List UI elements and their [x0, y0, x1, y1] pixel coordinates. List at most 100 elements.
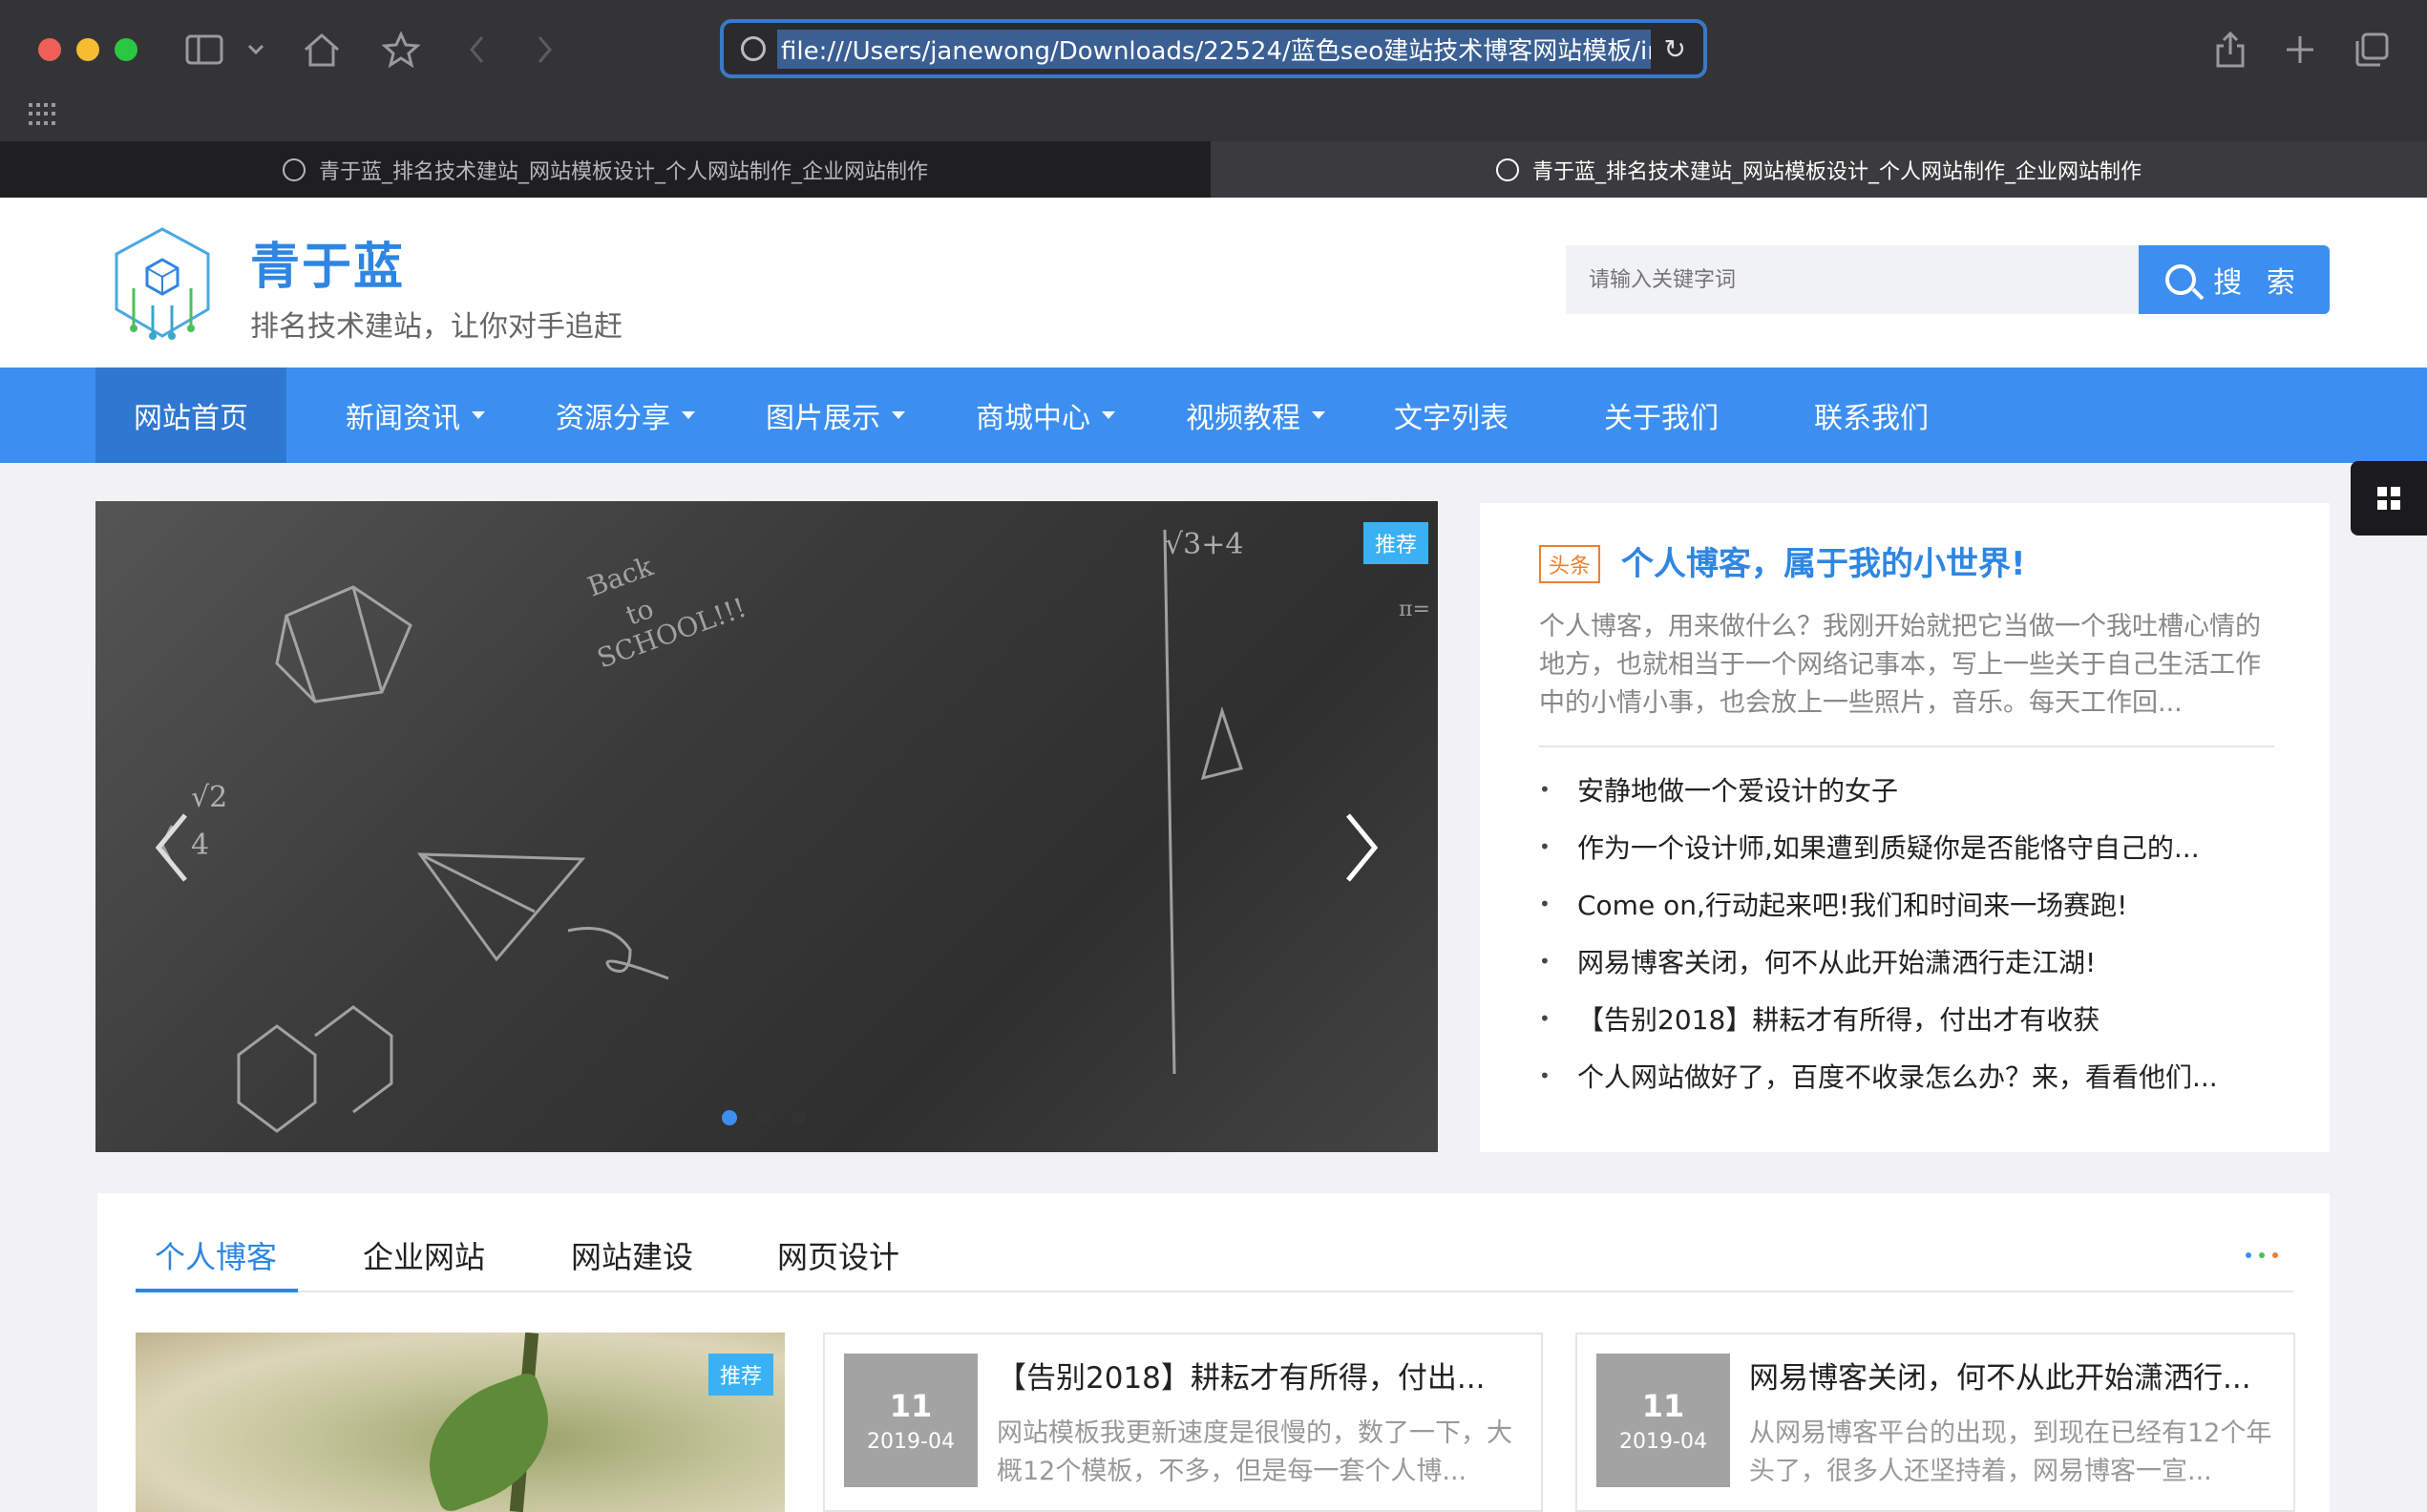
nav-item-label: 联系我们	[1814, 402, 1929, 435]
svg-text:π=: π=	[1399, 598, 1430, 621]
article-desc: 网站模板我更新速度是很慢的，数了一下，大概12个模板，不多，但是每一套个人博..…	[997, 1418, 1512, 1486]
nav-item-label: 商城中心	[976, 402, 1090, 435]
sidebar-toggle-icon[interactable]	[181, 27, 227, 73]
share-icon[interactable]	[2207, 27, 2253, 73]
plant-leaf	[408, 1370, 570, 1512]
browser-chrome: file:///Users/janewong/Downloads/22524/蓝…	[0, 0, 2427, 198]
main-nav: 网站首页 新闻资讯 资源分享 图片展示 商城中心 视频教程 文字列表 关于我们 …	[0, 368, 2427, 463]
article-title[interactable]: 【告别2018】耕耘才有所得，付出...	[997, 1354, 1522, 1396]
recommend-badge: 推荐	[1363, 522, 1429, 564]
article-desc: 从网易博客平台的出现，到现在已经有12个年头了，很多人还坚持着，网易博客一宣..…	[1749, 1418, 2272, 1486]
tab-site-building[interactable]: 网站建设	[571, 1233, 693, 1277]
slider-dot[interactable]	[791, 1110, 806, 1125]
nav-item-news[interactable]: 新闻资讯	[325, 368, 506, 463]
nav-item-home[interactable]: 网站首页	[95, 368, 286, 463]
nav-item-resources[interactable]: 资源分享	[535, 368, 716, 463]
active-tab-underline	[136, 1289, 298, 1292]
more-dots-icon[interactable]	[2246, 1252, 2278, 1258]
back-icon[interactable]	[454, 27, 500, 73]
list-item[interactable]: 安静地做一个爱设计的女子	[1539, 761, 2284, 818]
caret-down-icon	[682, 411, 695, 419]
hero-slider[interactable]: Back to SCHOOL!!! √3+4 √2 4 π= 推荐	[95, 501, 1438, 1152]
chalkboard-drawing: Back to SCHOOL!!! √3+4 √2 4 π=	[160, 528, 1430, 1133]
tab-personal-blog[interactable]: 个人博客	[155, 1233, 277, 1277]
tab-enterprise-site[interactable]: 企业网站	[363, 1233, 485, 1277]
caret-down-icon	[892, 411, 905, 419]
close-window-button[interactable]	[38, 38, 61, 61]
address-bar[interactable]: file:///Users/janewong/Downloads/22524/蓝…	[720, 19, 1707, 78]
nav-item-contact[interactable]: 联系我们	[1785, 368, 1957, 463]
svg-text:√2: √2	[191, 781, 227, 814]
list-item[interactable]: 【告别2018】耕耘才有所得，付出才有收获	[1539, 990, 2284, 1047]
headline-desc: 个人博客，用来做什么？我刚开始就把它当做一个我吐槽心情的地方，也就相当于一个网络…	[1539, 612, 2261, 718]
floating-grid-button[interactable]	[2351, 461, 2427, 536]
nav-item-text-list[interactable]: 文字列表	[1365, 368, 1537, 463]
featured-image[interactable]: 推荐	[136, 1333, 785, 1512]
category-section: 个人博客 企业网站 网站建设 网页设计 推荐 11 2019-04 【告别201…	[97, 1193, 2330, 1512]
nav-item-label: 新闻资讯	[346, 402, 460, 435]
slider-dots	[722, 1110, 806, 1125]
date-box: 11 2019-04	[1596, 1354, 1730, 1487]
category-tabs: 个人博客 企业网站 网站建设 网页设计	[136, 1193, 2293, 1292]
nav-item-video[interactable]: 视频教程	[1165, 368, 1346, 463]
nav-item-label: 视频教程	[1186, 402, 1300, 435]
forward-icon[interactable]	[521, 27, 567, 73]
svg-text:4: 4	[191, 829, 209, 862]
search-input[interactable]	[1566, 245, 2139, 314]
list-item[interactable]: 个人网站做好了，百度不收录怎么办？来，看看他们...	[1539, 1047, 2284, 1104]
search-icon	[2165, 264, 2197, 295]
date-day: 11	[889, 1387, 933, 1424]
nav-item-label: 关于我们	[1604, 402, 1719, 435]
article-card[interactable]: 11 2019-04 【告别2018】耕耘才有所得，付出... 网站模板我更新速…	[823, 1333, 1543, 1512]
slider-next-arrow[interactable]	[1342, 807, 1381, 907]
browser-toolbar: file:///Users/janewong/Downloads/22524/蓝…	[0, 0, 2427, 141]
browser-tab-active[interactable]: 青于蓝_排名技术建站_网站模板设计_个人网站制作_企业网站制作	[1211, 141, 2427, 198]
date-year-month: 2019-04	[867, 1429, 955, 1454]
headline-list: 安静地做一个爱设计的女子 作为一个设计师,如果遭到质疑你是否能恪守自己的... …	[1539, 761, 2284, 1104]
nav-item-label: 资源分享	[556, 402, 670, 435]
apps-grid-icon[interactable]	[29, 103, 57, 126]
maximize-window-button[interactable]	[115, 38, 137, 61]
logo-cube-icon[interactable]	[105, 221, 220, 346]
chevron-down-icon[interactable]	[233, 27, 279, 73]
nav-item-label: 网站首页	[134, 402, 248, 435]
nav-item-gallery[interactable]: 图片展示	[745, 368, 926, 463]
search-button[interactable]: 搜 索	[2139, 245, 2330, 314]
list-item[interactable]: Come on,行动起来吧!我们和时间来一场赛跑!	[1539, 875, 2284, 933]
tab-web-design[interactable]: 网页设计	[777, 1233, 899, 1277]
compass-icon	[741, 36, 766, 61]
nav-item-shop[interactable]: 商城中心	[955, 368, 1136, 463]
nav-item-about[interactable]: 关于我们	[1575, 368, 1747, 463]
date-box: 11 2019-04	[844, 1354, 978, 1487]
article-title[interactable]: 网易博客关闭，何不从此开始潇洒行...	[1749, 1354, 2274, 1396]
nav-item-label: 文字列表	[1394, 402, 1509, 435]
svg-text:√3+4: √3+4	[1165, 528, 1243, 561]
minimize-window-button[interactable]	[76, 38, 99, 61]
site-name[interactable]: 青于蓝	[250, 226, 405, 298]
date-year-month: 2019-04	[1619, 1429, 1707, 1454]
list-item[interactable]: 网易博客关闭，何不从此开始潇洒行走江湖!	[1539, 933, 2284, 990]
date-day: 11	[1641, 1387, 1685, 1424]
tab-overview-icon[interactable]	[2349, 27, 2395, 73]
bookmark-star-icon[interactable]	[378, 27, 424, 73]
caret-down-icon	[1312, 411, 1325, 419]
article-card[interactable]: 11 2019-04 网易博客关闭，何不从此开始潇洒行... 从网易博客平台的出…	[1575, 1333, 2295, 1512]
browser-tab-label: 青于蓝_排名技术建站_网站模板设计_个人网站制作_企业网站制作	[1531, 159, 2142, 184]
headline-title[interactable]: 个人博客，属于我的小世界!	[1621, 537, 2026, 584]
list-item[interactable]: 作为一个设计师,如果遭到质疑你是否能恪守自己的...	[1539, 818, 2284, 875]
new-tab-plus-icon[interactable]	[2277, 27, 2323, 73]
compass-icon	[282, 158, 306, 181]
reload-icon[interactable]: ↻	[1664, 33, 1686, 65]
svg-text:SCHOOL!!!: SCHOOL!!!	[593, 592, 750, 675]
slider-dot[interactable]	[722, 1110, 737, 1125]
slider-prev-arrow[interactable]	[153, 807, 191, 907]
address-bar-url[interactable]: file:///Users/janewong/Downloads/22524/蓝…	[777, 29, 1651, 69]
search-button-label: 搜 索	[2213, 266, 2303, 300]
browser-tab[interactable]: 青于蓝_排名技术建站_网站模板设计_个人网站制作_企业网站制作	[0, 141, 1211, 198]
caret-down-icon	[472, 411, 485, 419]
recommend-badge: 推荐	[708, 1354, 774, 1396]
home-icon[interactable]	[299, 27, 345, 73]
divider	[1539, 746, 2274, 747]
slider-dot[interactable]	[756, 1110, 771, 1125]
headline-panel: 头条 个人博客，属于我的小世界! 个人博客，用来做什么？我刚开始就把它当做一个我…	[1480, 503, 2330, 1152]
